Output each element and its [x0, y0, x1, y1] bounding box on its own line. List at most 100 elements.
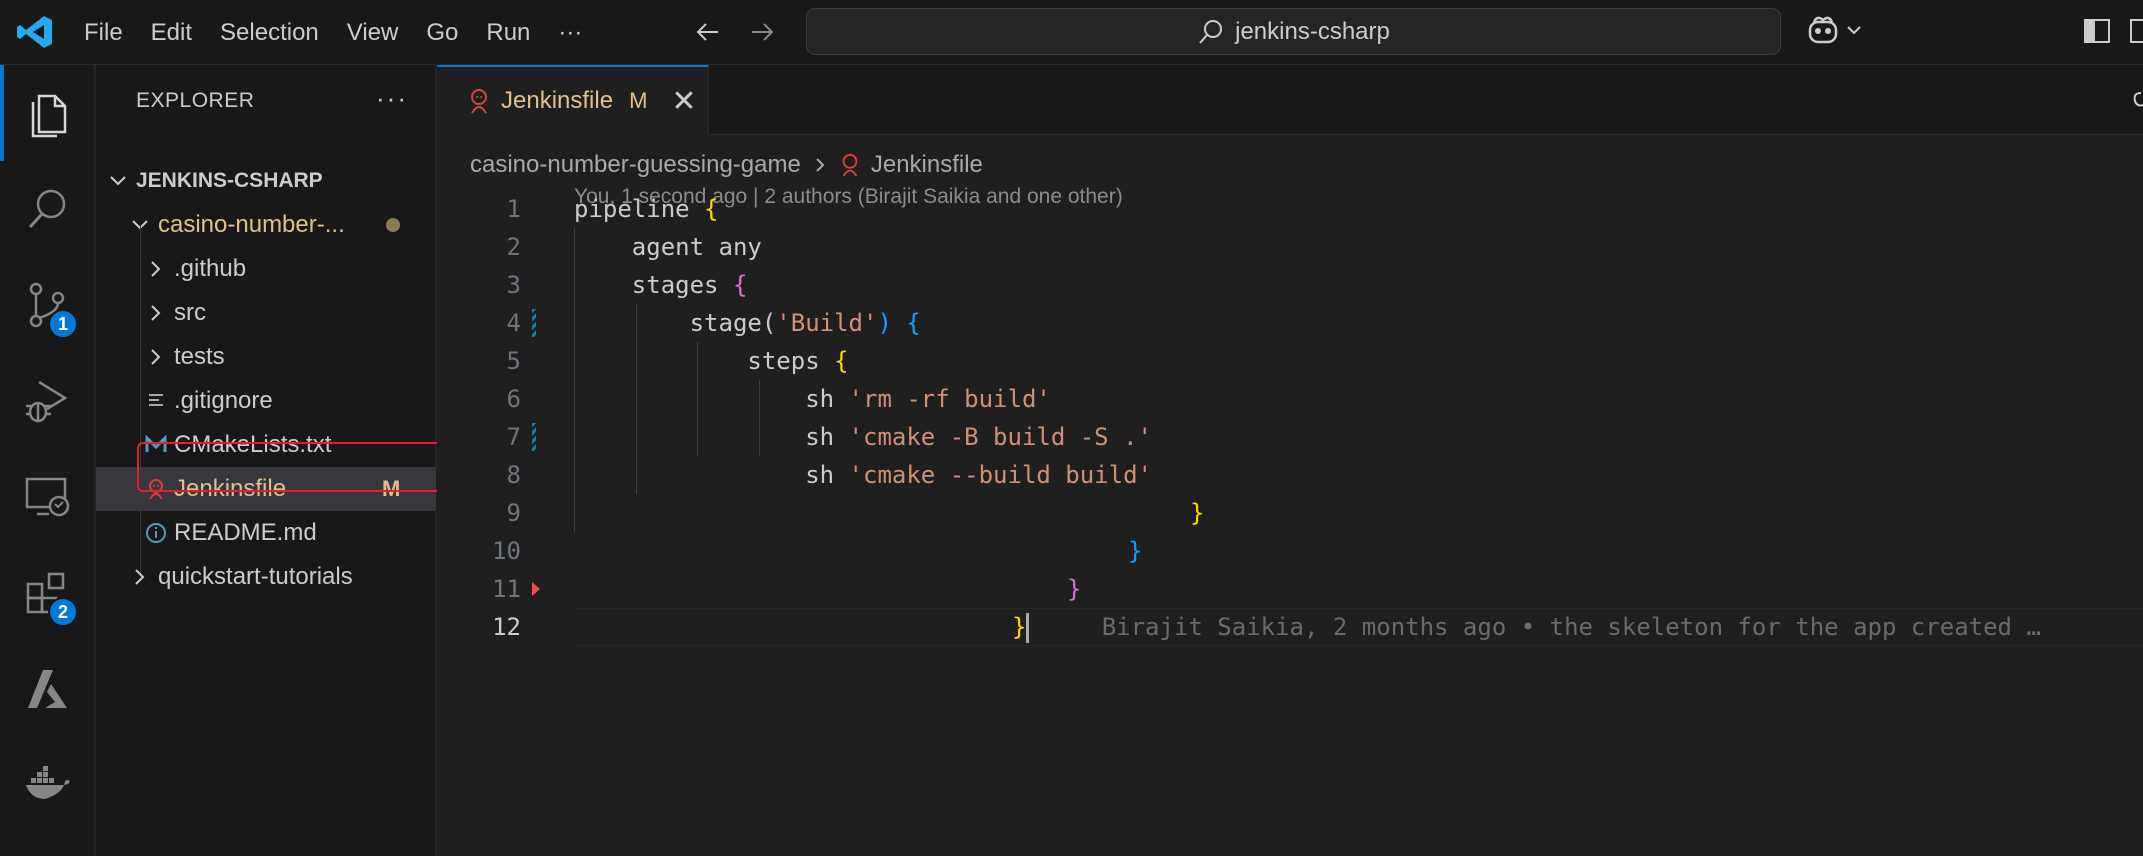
chevron-right-icon: [816, 158, 825, 172]
code-line: 4 stage('Build') {: [437, 304, 2143, 342]
extensions-badge: 2: [48, 597, 78, 627]
breadcrumb: casino-number-guessing-game Jenkinsfile: [470, 145, 983, 185]
highlight-outline: [137, 442, 449, 492]
tab-jenkinsfile[interactable]: Jenkinsfile M ✕: [437, 65, 709, 135]
toggle-sidebar-icon[interactable]: [2082, 16, 2112, 46]
jenkins-icon: [842, 153, 858, 177]
explorer-activity[interactable]: [0, 65, 95, 161]
code-text: sh 'rm -rf build': [574, 385, 1051, 413]
modified-line-marker[interactable]: [532, 309, 536, 337]
tab-modified-status: M: [629, 88, 648, 113]
tree-folder-github[interactable]: .github: [96, 247, 436, 291]
tree-file-label: .gitignore: [174, 387, 273, 414]
command-center-text: jenkins-csharp: [1235, 17, 1390, 45]
chevron-down-icon: [110, 176, 126, 186]
deleted-line-marker[interactable]: [532, 582, 540, 596]
chevron-right-icon: [151, 349, 161, 365]
command-center-search[interactable]: jenkins-csharp: [806, 8, 1781, 55]
code-line: 8 sh 'cmake --build build': [437, 456, 2143, 494]
chevron-right-icon: [151, 261, 161, 277]
close-tab-button[interactable]: ✕: [671, 84, 696, 119]
menu-view[interactable]: View: [333, 0, 413, 65]
tree-folder-label: .github: [174, 255, 247, 282]
code-text: sh 'cmake --build build': [574, 461, 1152, 489]
menu-more[interactable]: ···: [544, 0, 596, 65]
code-text: agent any: [574, 233, 762, 261]
tree-folder-src[interactable]: src: [96, 291, 436, 335]
vscode-logo-icon: [17, 16, 52, 48]
menu-file[interactable]: File: [70, 0, 137, 65]
tab-label: Jenkinsfile: [501, 87, 614, 114]
editor-actions-icon[interactable]: [2131, 85, 2143, 115]
line-number: 5: [506, 347, 521, 375]
code-line: 5 steps {: [437, 342, 2143, 380]
menu-run[interactable]: Run: [472, 0, 544, 65]
line-number: 9: [506, 499, 521, 527]
activity-bar: 1 2: [0, 65, 95, 856]
workspace-root[interactable]: JENKINS-CSHARP: [96, 159, 436, 203]
code-text: pipeline {: [574, 195, 719, 223]
files-icon: [31, 94, 66, 138]
line-number: 3: [506, 271, 521, 299]
workspace-root-label: JENKINS-CSHARP: [136, 169, 323, 192]
docker-icon: [25, 766, 70, 799]
line-number: 8: [506, 461, 521, 489]
forward-arrow-icon[interactable]: [744, 14, 780, 50]
explorer-more-actions[interactable]: ···: [376, 83, 408, 114]
chevron-right-icon: [151, 305, 161, 321]
code-text: }: [1128, 537, 1143, 565]
docker-activity[interactable]: [0, 737, 95, 833]
back-arrow-icon[interactable]: [690, 14, 726, 50]
editor-tab-bar: Jenkinsfile M ✕: [437, 65, 2143, 135]
tree-folder-casino[interactable]: casino-number-...: [96, 203, 436, 247]
code-line: 10 }: [437, 532, 2143, 570]
editor-area: Jenkinsfile M ✕ casino-number-guessing-g…: [437, 65, 2143, 856]
chevron-right-icon: [135, 569, 145, 585]
search-activity[interactable]: [0, 161, 95, 257]
tree-file-gitignore[interactable]: .gitignore: [96, 379, 436, 423]
breadcrumb-folder[interactable]: casino-number-guessing-game: [470, 151, 801, 179]
run-debug-activity[interactable]: [0, 353, 95, 449]
menu-selection[interactable]: Selection: [206, 0, 333, 65]
tree-file-label: README.md: [174, 519, 317, 546]
code-text: steps {: [574, 347, 849, 375]
inline-blame[interactable]: Birajit Saikia, 2 months ago • the skele…: [1102, 613, 2041, 641]
line-number: 11: [492, 575, 521, 603]
code-text: stage('Build') {: [574, 309, 921, 337]
tree-folder-tests[interactable]: tests: [96, 335, 436, 379]
menu-edit[interactable]: Edit: [137, 0, 206, 65]
extensions-activity[interactable]: 2: [0, 545, 95, 641]
code-line: 9 }: [437, 494, 2143, 532]
source-control-activity[interactable]: 1: [0, 257, 95, 353]
remote-explorer-icon: [25, 477, 69, 517]
code-line: 6 sh 'rm -rf build': [437, 380, 2143, 418]
menu-go[interactable]: Go: [412, 0, 472, 65]
tree-folder-quickstart[interactable]: quickstart-tutorials: [96, 555, 436, 599]
code-line: 7 sh 'cmake -B build -S .': [437, 418, 2143, 456]
code-line: 1 pipeline {: [437, 190, 2143, 228]
search-icon: [1199, 19, 1223, 44]
code-line: 2 agent any: [437, 228, 2143, 266]
run-debug-icon: [25, 380, 67, 423]
modified-dot-icon: [386, 218, 400, 232]
modified-line-marker[interactable]: [532, 423, 536, 451]
tree-file-readme[interactable]: README.md: [96, 511, 436, 555]
copilot-icon: [1808, 16, 1838, 44]
navigation-arrows: [690, 14, 780, 50]
explorer-title: EXPLORER: [136, 89, 255, 112]
code-line: 12 } Birajit Saikia, 2 months ago • the …: [437, 608, 2143, 646]
lines-file-icon: [149, 394, 163, 406]
line-number: 6: [506, 385, 521, 413]
menu-bar: File Edit Selection View Go Run ···: [70, 0, 596, 65]
azure-activity[interactable]: [0, 641, 95, 737]
copilot-button[interactable]: [1805, 12, 1863, 48]
code-text: stages {: [574, 271, 748, 299]
source-control-badge: 1: [48, 309, 78, 339]
breadcrumb-file[interactable]: Jenkinsfile: [871, 151, 983, 179]
toggle-panel-icon[interactable]: [2128, 16, 2143, 46]
code-text: } Birajit Saikia, 2 months ago • the ske…: [1012, 613, 2041, 643]
remote-explorer-activity[interactable]: [0, 449, 95, 545]
line-number: 12: [492, 613, 521, 641]
chevron-down-icon: [1847, 26, 1861, 35]
tree-folder-label: src: [174, 299, 206, 326]
